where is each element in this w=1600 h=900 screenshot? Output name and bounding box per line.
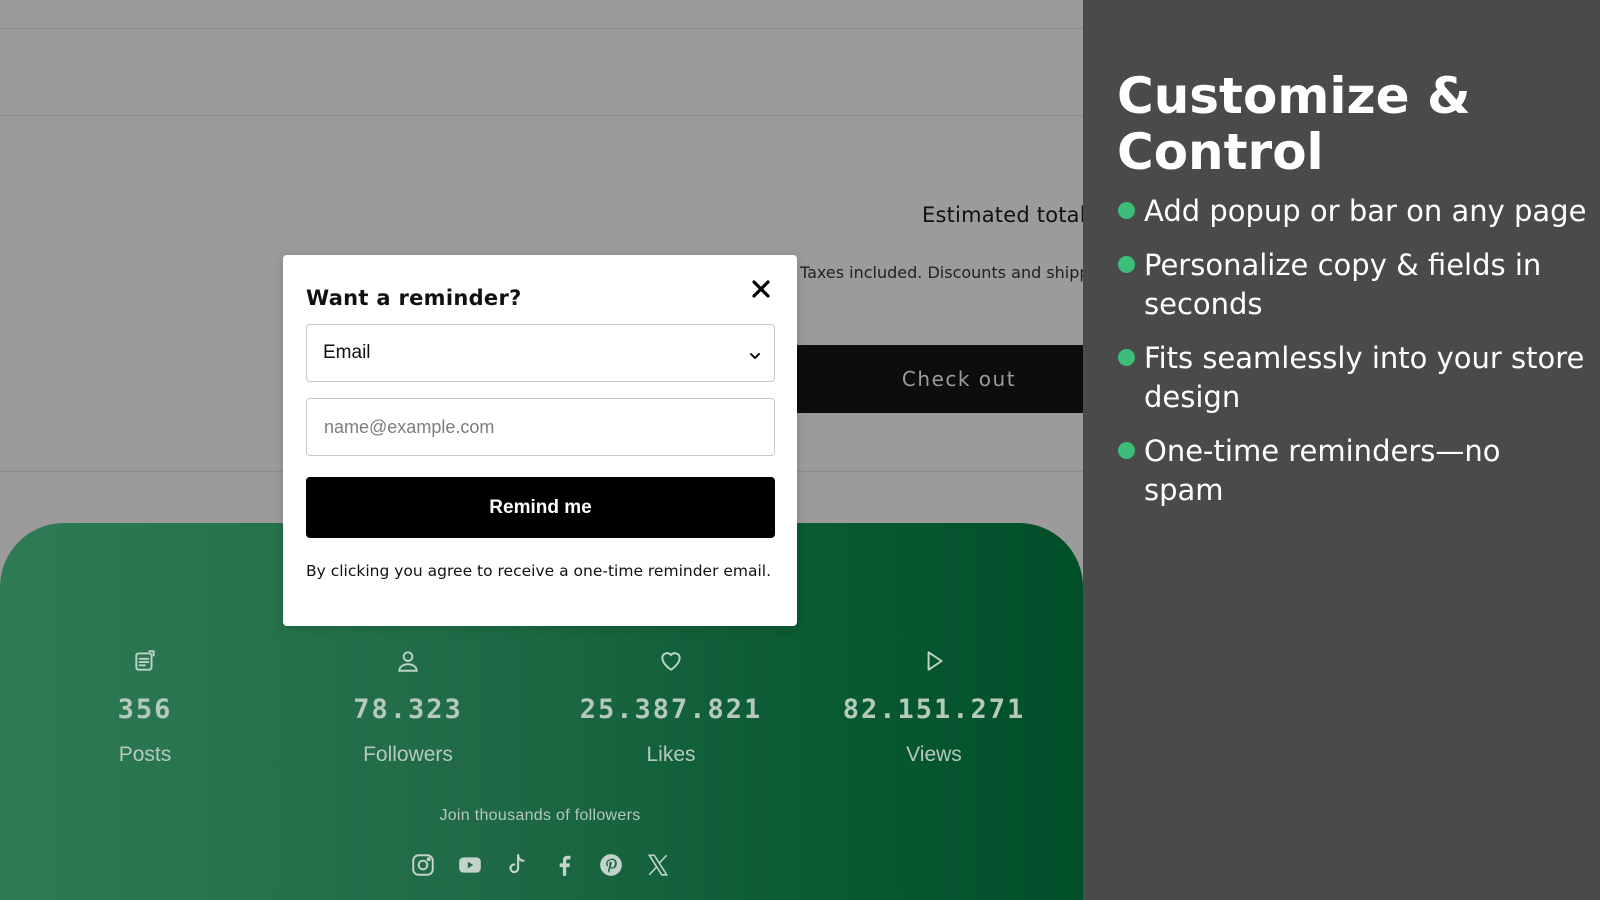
stat-label: Followers — [363, 743, 453, 766]
facebook-icon[interactable] — [551, 852, 577, 878]
pinterest-icon[interactable] — [598, 852, 624, 878]
feature-text: One-time reminders—no spam — [1144, 434, 1501, 507]
bullet-dot — [1118, 202, 1135, 219]
stat-followers: 78.323 Followers — [298, 648, 518, 767]
feature-item: Personalize copy & fields in seconds — [1117, 246, 1587, 324]
consent-text: By clicking you agree to receive a one-t… — [306, 562, 772, 580]
x-icon[interactable] — [645, 852, 671, 878]
checkout-button[interactable]: Check out — [795, 345, 1083, 413]
instagram-icon[interactable] — [410, 852, 436, 878]
divider — [0, 28, 1083, 29]
feature-item: Add popup or bar on any page — [1117, 192, 1587, 231]
channel-select-value: Email — [323, 342, 371, 363]
feature-item: Fits seamlessly into your store design — [1117, 339, 1587, 417]
divider — [0, 115, 1083, 116]
panel-title: Customize & Control — [1117, 67, 1471, 181]
heart-icon — [658, 648, 684, 674]
posts-icon — [132, 648, 158, 674]
stat-value: 25.387.821 — [579, 694, 763, 725]
stat-likes: 25.387.821 Likes — [561, 648, 781, 767]
remind-me-button[interactable]: Remind me — [306, 477, 775, 538]
feature-text: Fits seamlessly into your store design — [1144, 341, 1585, 414]
bullet-dot — [1118, 349, 1135, 366]
feature-text: Personalize copy & fields in seconds — [1144, 248, 1542, 321]
stat-label: Likes — [646, 743, 696, 766]
feature-list: Add popup or bar on any page Personalize… — [1117, 192, 1587, 525]
reminder-modal: Want a reminder? Email Remind me By clic… — [283, 255, 797, 626]
stat-label: Views — [906, 743, 962, 766]
stat-views: 82.151.271 Views — [824, 648, 1044, 767]
stat-posts: 356 Posts — [35, 648, 255, 767]
stat-value: 82.151.271 — [842, 694, 1026, 725]
join-text: Join thousands of followers — [439, 807, 641, 824]
feature-item: One-time reminders—no spam — [1117, 432, 1587, 510]
social-links — [410, 852, 671, 878]
youtube-icon[interactable] — [457, 852, 483, 878]
taxes-note: Taxes included. Discounts and shipping c… — [800, 263, 1083, 282]
close-icon[interactable] — [749, 277, 773, 301]
feature-text: Add popup or bar on any page — [1144, 194, 1587, 228]
stat-value: 78.323 — [353, 694, 463, 725]
stat-value: 356 — [117, 694, 173, 725]
email-input[interactable] — [306, 398, 775, 456]
stat-label: Posts — [118, 743, 172, 766]
user-icon — [395, 648, 421, 674]
chevron-down-icon — [748, 347, 762, 361]
channel-select[interactable]: Email — [306, 324, 775, 382]
bullet-dot — [1118, 256, 1135, 273]
play-icon — [921, 648, 947, 674]
bullet-dot — [1118, 442, 1135, 459]
estimated-total-label: Estimated total — [922, 203, 1083, 227]
modal-title: Want a reminder? — [306, 286, 522, 310]
tiktok-icon[interactable] — [504, 852, 530, 878]
promo-panel: Customize & Control Add popup or bar on … — [1083, 0, 1600, 900]
